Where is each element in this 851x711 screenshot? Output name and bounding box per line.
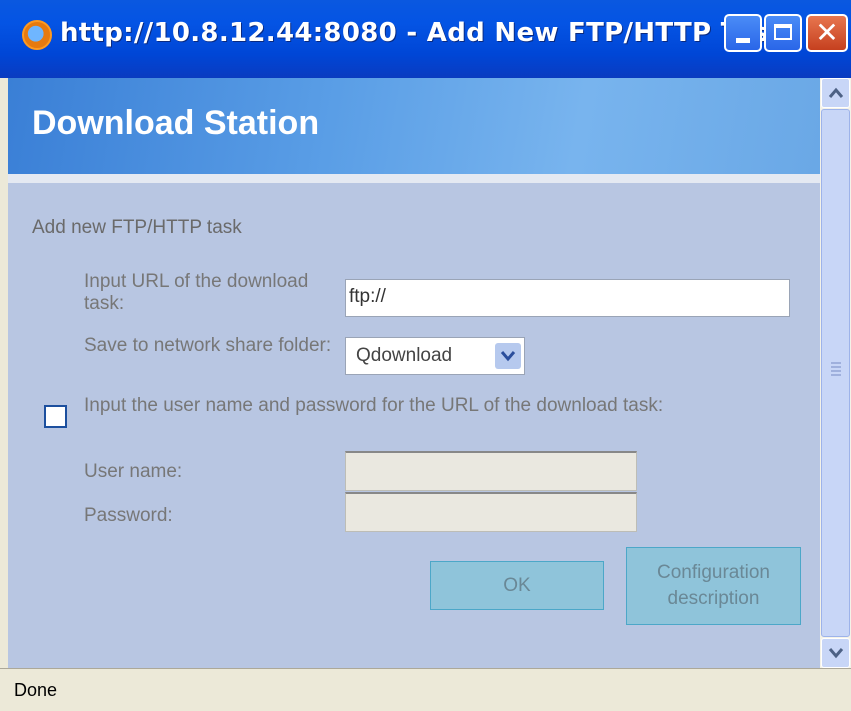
- divider: [8, 174, 820, 183]
- title-bar[interactable]: http://10.8.12.44:8080 - Add New FTP/HTT…: [0, 0, 851, 78]
- username-field[interactable]: [345, 451, 637, 491]
- arrow-down-icon: [828, 648, 844, 659]
- scrollbar-thumb[interactable]: [821, 109, 850, 637]
- scroll-up-button[interactable]: [821, 78, 850, 108]
- minimize-button[interactable]: [724, 14, 762, 52]
- status-bar: Done: [0, 668, 851, 711]
- maximize-button[interactable]: [764, 14, 802, 52]
- scroll-down-button[interactable]: [821, 638, 850, 668]
- minimize-icon: [736, 38, 750, 43]
- chevron-down-icon: [500, 351, 516, 362]
- section-title: Add new FTP/HTTP task: [32, 217, 242, 238]
- firefox-icon: [22, 20, 52, 50]
- password-label: Password:: [84, 505, 173, 526]
- page-title: Download Station: [32, 104, 320, 142]
- close-icon: ✕: [815, 16, 839, 49]
- credentials-checkbox[interactable]: [44, 405, 67, 428]
- password-field[interactable]: [345, 492, 637, 532]
- username-label: User name:: [84, 461, 183, 482]
- status-text: Done: [14, 680, 58, 700]
- url-input[interactable]: ftp://: [345, 279, 790, 317]
- popup-window: http://10.8.12.44:8080 - Add New FTP/HTT…: [0, 0, 851, 711]
- configuration-description-button[interactable]: Configuration description: [626, 547, 801, 625]
- share-folder-value: Qdownload: [356, 345, 453, 366]
- credentials-label: Input the user name and password for the…: [84, 395, 664, 416]
- window-title: http://10.8.12.44:8080 - Add New FTP/HTT…: [60, 18, 800, 48]
- url-label: Input URL of the download task:: [84, 271, 309, 314]
- arrow-up-icon: [828, 87, 844, 98]
- close-button[interactable]: ✕: [806, 14, 848, 52]
- maximize-icon: [774, 24, 792, 40]
- dropdown-button[interactable]: [495, 343, 521, 369]
- page-content: Download Station Add new FTP/HTTP task I…: [8, 78, 820, 668]
- vertical-scrollbar[interactable]: [820, 78, 851, 668]
- header-banner: Download Station: [8, 78, 820, 174]
- share-folder-select[interactable]: Qdownload: [345, 337, 525, 375]
- ok-button[interactable]: OK: [430, 561, 604, 610]
- grip-icon: [831, 362, 841, 378]
- share-folder-label: Save to network share folder:: [84, 335, 332, 356]
